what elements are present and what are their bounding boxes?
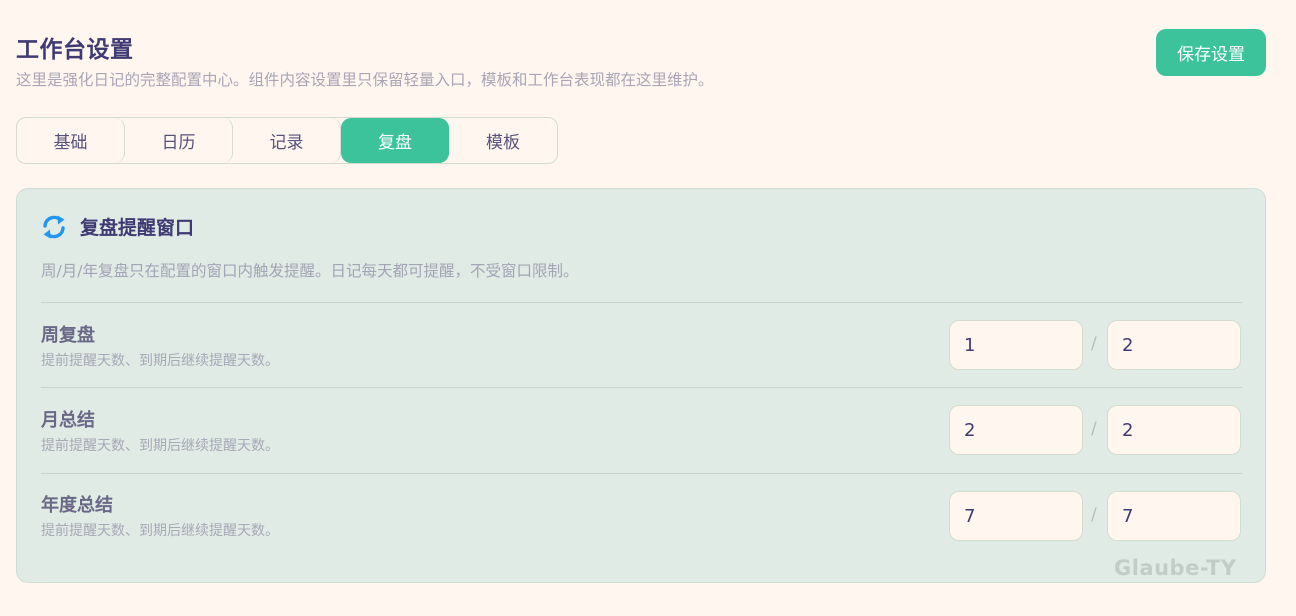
divider [41, 302, 1242, 303]
tab-templates[interactable]: 模板 [449, 118, 557, 163]
panel-header: 复盘提醒窗口 [41, 213, 194, 240]
tab-calendar[interactable]: 日历 [125, 118, 233, 163]
row-hint-monthly: 提前提醒天数、到期后继续提醒天数。 [41, 438, 279, 454]
divider [41, 473, 1242, 474]
review-reminder-panel: 复盘提醒窗口 周/月/年复盘只在配置的窗口内触发提醒。日记每天都可提醒，不受窗口… [16, 188, 1266, 583]
monthly-after-input[interactable] [1107, 405, 1241, 455]
weekly-after-input[interactable] [1107, 320, 1241, 370]
yearly-after-input[interactable] [1107, 491, 1241, 541]
row-hint-yearly: 提前提醒天数、到期后继续提醒天数。 [41, 523, 279, 539]
panel-description: 周/月/年复盘只在配置的窗口内触发提醒。日记每天都可提醒，不受窗口限制。 [41, 262, 579, 280]
tab-bar: 基础 日历 记录 复盘 模板 [16, 117, 558, 164]
watermark: Glaube-TY [1114, 556, 1237, 580]
monthly-before-input[interactable] [949, 405, 1083, 455]
row-hint-weekly: 提前提醒天数、到期后继续提醒天数。 [41, 353, 279, 369]
tab-records[interactable]: 记录 [233, 118, 341, 163]
settings-page: 工作台设置 这里是强化日记的完整配置中心。组件内容设置里只保留轻量入口，模板和工… [0, 0, 1296, 616]
separator-slash: / [1091, 505, 1097, 525]
tab-review[interactable]: 复盘 [341, 118, 449, 163]
page-title: 工作台设置 [16, 37, 134, 63]
page-description: 这里是强化日记的完整配置中心。组件内容设置里只保留轻量入口，模板和工作台表现都在… [16, 71, 714, 89]
panel-title: 复盘提醒窗口 [80, 217, 195, 239]
row-label-monthly: 月总结 [41, 410, 95, 431]
separator-slash: / [1091, 419, 1097, 439]
row-label-yearly: 年度总结 [41, 495, 113, 516]
sync-icon [41, 214, 67, 240]
yearly-before-input[interactable] [949, 491, 1083, 541]
weekly-before-input[interactable] [949, 320, 1083, 370]
separator-slash: / [1091, 334, 1097, 354]
divider [41, 387, 1242, 388]
tab-basic[interactable]: 基础 [17, 118, 125, 163]
save-settings-button[interactable]: 保存设置 [1156, 29, 1266, 76]
row-label-weekly: 周复盘 [41, 325, 95, 346]
